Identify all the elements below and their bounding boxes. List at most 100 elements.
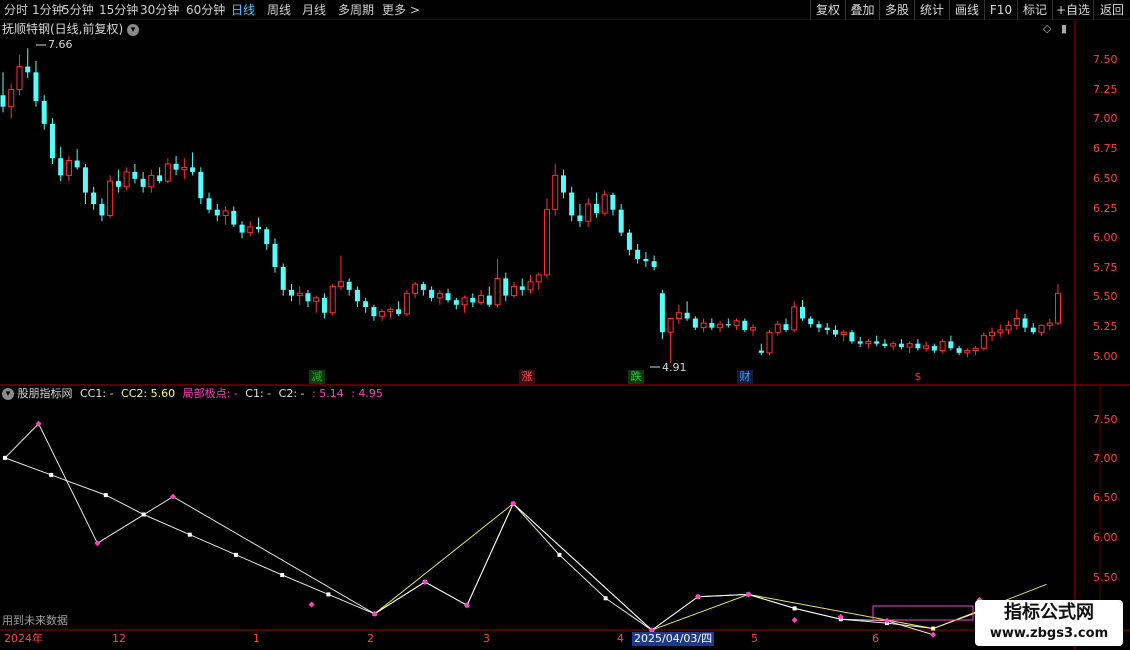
date-label: 4 (617, 632, 624, 645)
toolbar-button-2[interactable]: 多股 (879, 0, 914, 20)
candle-body-down (272, 244, 278, 267)
price-tick-label: 6.25 (1093, 202, 1118, 215)
candle-body-up (675, 312, 682, 319)
candle-body-up (1038, 324, 1045, 333)
indicator-tick-label: 6.50 (1093, 491, 1118, 504)
pivot-point (94, 540, 101, 547)
cc2-point (557, 552, 562, 557)
candle-body-down (140, 178, 146, 187)
c1-value: C1: - (245, 387, 272, 400)
period-tab-6[interactable]: 日线 (231, 2, 255, 18)
candle-body-down (725, 324, 731, 326)
price-panel-title[interactable]: 抚顺特钢(日线,前复权) ▾ (2, 22, 140, 36)
date-label: 1 (253, 632, 260, 645)
candle-body-down (560, 175, 566, 193)
candle-body-up (552, 174, 559, 211)
panel-settings[interactable]: ◇ ▮ (1043, 22, 1067, 36)
period-tab-0[interactable]: 分时 (4, 2, 28, 18)
event-tag[interactable]: 减 (309, 370, 325, 384)
event-tag[interactable]: 涨 (519, 370, 535, 384)
candle-body-down (231, 210, 237, 225)
site-watermark: 指标公式网 www.zbgs3.com (975, 600, 1123, 646)
candle-body-down (915, 343, 921, 349)
candle-body-up (543, 209, 550, 276)
period-tab-10[interactable]: 更多 > (382, 2, 420, 18)
candle-body-up (601, 194, 608, 214)
cc2-point (280, 573, 285, 578)
period-tab-8[interactable]: 月线 (302, 2, 326, 18)
candle-body-down (305, 293, 311, 302)
cursor-date-label: 2025/04/03/四 (632, 632, 715, 646)
period-tab-7[interactable]: 周线 (267, 2, 291, 18)
cc2-point (234, 552, 238, 557)
indicator-tick-label: 7.00 (1093, 452, 1118, 465)
cc1-value: CC1: - (80, 387, 114, 400)
cc2-point (103, 493, 108, 498)
cc2-value: CC2: 5.60 (121, 387, 176, 400)
candle-body-up (313, 297, 320, 302)
chevron-down-icon[interactable]: ▾ (2, 388, 14, 400)
candle-body-up (296, 292, 303, 297)
candle-body-up (181, 166, 188, 171)
candle-body-down (816, 324, 822, 328)
period-tab-5[interactable]: 60分钟 (186, 2, 225, 18)
candle-body-down (49, 123, 55, 159)
panel-toggle-icon[interactable]: ▮ (1061, 22, 1067, 35)
candle-body-down (692, 318, 698, 328)
toolbar-button-8[interactable]: 返回 (1093, 0, 1130, 20)
indicator-tick-label: 5.50 (1093, 571, 1118, 584)
candle-body-down (371, 307, 377, 317)
date-label: 2024年 (4, 632, 43, 645)
pivot-point (308, 601, 315, 608)
period-tab-9[interactable]: 多周期 (338, 2, 374, 18)
candle-body-up (890, 343, 897, 347)
diamond-icon[interactable]: ◇ (1043, 22, 1051, 35)
candle-body-down (659, 293, 665, 333)
candle-body-down (288, 289, 294, 296)
chevron-down-icon[interactable]: ▾ (127, 23, 140, 36)
candle-body-up (107, 180, 114, 216)
price-tick-label: 5.00 (1093, 350, 1118, 363)
candle-body-up (964, 350, 971, 354)
event-tag[interactable]: $ (910, 370, 926, 384)
toolbar-button-1[interactable]: 叠加 (845, 0, 879, 20)
candle-body-up (972, 347, 979, 352)
period-tab-3[interactable]: 15分钟 (99, 2, 138, 18)
candle-body-up (148, 174, 155, 188)
candle-body-up (8, 89, 15, 108)
candle-body-up (585, 203, 592, 222)
candle-body-down (354, 289, 360, 302)
indicator-name[interactable]: 股朋指标网 (18, 387, 73, 400)
candle-body-down (709, 323, 715, 328)
candle-body-down (420, 284, 426, 290)
candle-body-down (280, 266, 286, 290)
candle-body-down (470, 297, 476, 303)
cc2-point (603, 596, 608, 601)
candle-body-up (403, 292, 410, 315)
event-tag[interactable]: 财 (737, 370, 753, 384)
period-tab-4[interactable]: 30分钟 (140, 2, 179, 18)
toolbar-button-3[interactable]: 统计 (914, 0, 949, 20)
toolbar-button-5[interactable]: F10 (984, 0, 1017, 20)
toolbar-button-0[interactable]: 复权 (810, 0, 845, 20)
candle-body-up (535, 274, 542, 283)
toolbar-button-6[interactable]: 标记 (1017, 0, 1052, 20)
candle-body-down (173, 163, 179, 170)
candle-body-down (519, 286, 525, 290)
period-tab-2[interactable]: 5分钟 (62, 2, 94, 18)
candle-body-down (346, 281, 352, 290)
toolbar-button-4[interactable]: 画线 (949, 0, 984, 20)
candle-body-up (478, 295, 485, 303)
chart-canvas[interactable] (0, 20, 1130, 650)
period-tab-1[interactable]: 1分钟 (32, 2, 64, 18)
event-tag[interactable]: 跌 (628, 370, 644, 384)
candle-body-up (923, 345, 930, 349)
candle-body-up (461, 297, 468, 306)
pivot-point (422, 579, 428, 585)
toolbar-button-7[interactable]: +自选 (1052, 0, 1093, 20)
candle-body-down (264, 229, 270, 245)
candle-body-down (874, 341, 880, 344)
candle-body-down (799, 307, 805, 319)
candle-body-down (256, 226, 262, 230)
candle-body-up (387, 308, 394, 313)
